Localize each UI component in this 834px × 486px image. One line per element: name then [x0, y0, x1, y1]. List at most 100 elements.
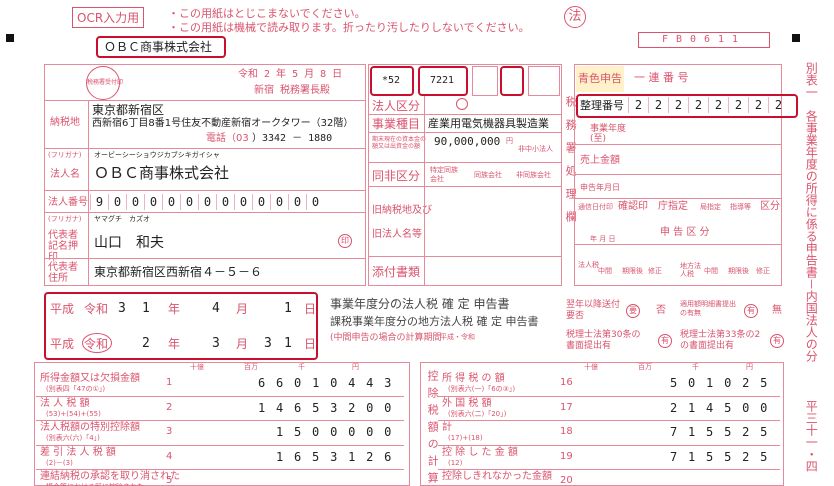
old-address-label: 旧納税地及び	[372, 205, 432, 216]
gatsu-2: 月	[236, 337, 249, 351]
divider	[368, 256, 562, 257]
row-value: 66010443	[258, 376, 403, 390]
period-to-year: 2	[142, 336, 150, 351]
unit-label: 十億	[190, 363, 204, 371]
row-label: 所 得 税 の 額	[442, 373, 505, 384]
digit-cell: 2	[648, 97, 668, 113]
row-sub: (2)－(3)	[46, 458, 73, 467]
guidance: 指導等	[730, 203, 751, 211]
row-number: 5	[166, 475, 173, 486]
rep-name: 山口 和夫	[94, 235, 164, 251]
divider	[368, 186, 562, 187]
row-value: 14653200	[258, 400, 403, 415]
divider	[424, 96, 425, 286]
row-value: 1653126	[276, 449, 403, 464]
row-sub: (別表六(六)「4」)	[46, 434, 100, 442]
period-to-month: 3	[212, 336, 220, 351]
side-label: 別表一 各事業年度の所得に係る申告書－内国法人の分	[804, 62, 819, 363]
period-heisei-1: 平成	[50, 302, 75, 316]
row-divider	[36, 420, 404, 421]
capital-value: 90,000,000	[434, 135, 501, 148]
period-from-year-2: 1	[142, 301, 150, 316]
has-mark-1: 有	[744, 304, 758, 318]
digit-cell: 0	[162, 194, 180, 210]
row-sub: (12)	[448, 458, 463, 467]
unit-label: 千	[692, 363, 699, 371]
divider	[44, 212, 366, 213]
notice-1: ・この用紙はとじこまないでください。	[168, 7, 366, 20]
row-label: 控除しきれなかった金額	[442, 471, 552, 482]
nichi-1: 日	[304, 302, 317, 316]
row-number: 1	[166, 377, 173, 388]
divider	[574, 244, 782, 245]
row-divider	[36, 395, 404, 397]
digit-cell: 2	[748, 97, 768, 113]
digit-cell: 0	[234, 194, 252, 210]
row-number: 20	[560, 475, 573, 486]
office-spec: 庁指定	[658, 201, 688, 212]
digit-cell: 0	[108, 194, 126, 210]
field1-value: *52	[382, 75, 401, 86]
digit-cell: 2	[688, 97, 708, 113]
after-expiry-1: 期限後	[622, 267, 643, 275]
row-number: 2	[166, 401, 173, 413]
tax-acc-label: 適用額明細書提出の有無	[680, 300, 736, 317]
serial-label: 一 連 番 号	[634, 71, 689, 84]
local-corp-tax-label: 地方法人税	[680, 262, 701, 278]
attach-label: 添付書類	[372, 265, 421, 279]
return-title-2: 課税事業年度分の地方法人税 確 定 申告書	[330, 315, 539, 328]
unit-label: 百万	[244, 363, 258, 371]
divider	[44, 148, 366, 149]
unit-label: 十億	[584, 363, 598, 371]
address-line-1: 東京都新宿区	[92, 103, 165, 117]
row-label: 連結納税の承認を取り消された	[40, 471, 180, 482]
local-spec: 局指定	[700, 203, 721, 211]
blue-filing-label: 青色申告	[576, 66, 624, 92]
furigana-label: (フリガナ)	[48, 151, 82, 159]
filing-date: 令和 2 年 5 月 8 日	[238, 69, 343, 80]
nen-1: 年	[168, 302, 181, 316]
interim-2: 中間	[704, 267, 718, 275]
digit-cell: 2	[728, 97, 748, 113]
date-label: 申告年月日	[580, 183, 620, 192]
divider	[44, 258, 366, 259]
corp-name-label: 法人名	[50, 169, 80, 180]
unit-label: 千	[298, 363, 305, 371]
field4-highlight	[500, 66, 524, 96]
heisei-reiwa: 平成・令和	[440, 333, 475, 341]
divider	[368, 114, 562, 115]
deduction-section-label: 控除税額の計算	[426, 370, 440, 486]
row-value: 214500	[670, 400, 779, 415]
after-expiry-2: 期限後	[728, 267, 749, 275]
interim-note: (中間申告の場合の計算期間	[330, 333, 442, 343]
amended-2: 修正	[756, 267, 770, 275]
phone-label: 電話（03	[206, 133, 249, 144]
row-label: 所得金額又は欠損金額	[40, 373, 140, 384]
row-label: 差 引 法 人 税 額	[40, 446, 116, 458]
row-divider	[438, 469, 780, 470]
tax-office: 新宿 税務署長殿	[254, 85, 331, 96]
row-label: 外 国 税 額	[442, 397, 492, 409]
row-value: 715525	[670, 449, 779, 464]
row-label: 計	[442, 422, 452, 433]
rep-addr-label: 代表者住所	[48, 262, 78, 284]
corp-tax-label: 法人税	[578, 261, 599, 269]
digit-cell: 0	[180, 194, 198, 210]
corp-name: ＯＢＣ商事株式会社	[94, 164, 230, 182]
row-sub: (別表四「47の①」)	[46, 385, 106, 393]
return-title-1: 事業年度分の法人税 確 定 申告書	[330, 297, 510, 311]
row-number: 3	[166, 426, 173, 437]
divider	[44, 100, 366, 101]
row-value: 501025	[670, 376, 779, 390]
row-value: 1500000	[276, 425, 403, 439]
notify-date: 通信日付印	[578, 203, 613, 211]
digit-cell: 2	[628, 97, 648, 113]
none-mark: 無	[772, 305, 782, 316]
divider	[574, 144, 782, 145]
row-divider	[36, 469, 404, 470]
address-label: 納税地	[50, 117, 80, 128]
capital-note: 期末現在の資本金の額又は出資金の額	[372, 136, 427, 150]
row-sub: (17)+(18)	[448, 434, 483, 442]
corp-number-label: 法人番号	[48, 197, 88, 208]
form-code: FB0611	[638, 32, 770, 48]
